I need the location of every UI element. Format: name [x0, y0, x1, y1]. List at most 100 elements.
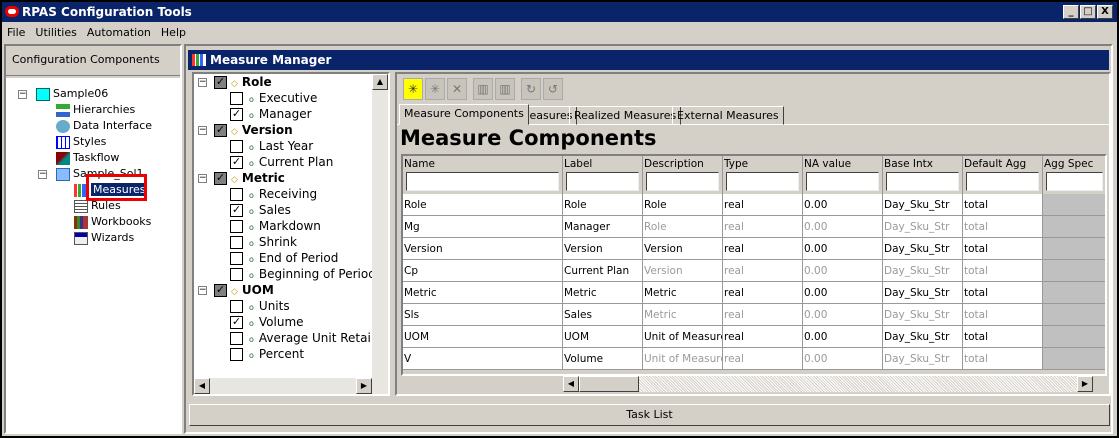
tab-external-measures[interactable]: External Measures [672, 106, 784, 125]
filter-item[interactable]: ✓ o Manager [230, 106, 312, 122]
menu-automation[interactable]: Automation [82, 24, 156, 41]
filter-item[interactable]: o Average Unit Retail [230, 330, 374, 346]
item-checkbox[interactable] [230, 348, 243, 361]
filter-item[interactable]: o Last Year [230, 138, 313, 154]
cell-base-intx[interactable]: Day_Sku_Str [883, 238, 963, 260]
scroll-left-button[interactable]: ◀ [563, 376, 579, 392]
column-filter-input[interactable] [726, 172, 799, 191]
vertical-scrollbar[interactable]: ▲ [372, 74, 388, 378]
scroll-right-button[interactable]: ▶ [356, 378, 372, 394]
cell-type[interactable]: real [723, 194, 803, 216]
cell-na-value[interactable]: 0.00 [803, 304, 883, 326]
column-filter-input[interactable] [886, 172, 959, 191]
cell-na-value[interactable]: 0.00 [803, 260, 883, 282]
cell-description[interactable]: Role [643, 216, 723, 238]
cell-base-intx[interactable]: Day_Sku_Str [883, 216, 963, 238]
cell-type[interactable]: real [723, 282, 803, 304]
column-filter-input[interactable] [966, 172, 1039, 191]
tree-item-sample06[interactable]: Sample06 [36, 86, 108, 102]
cell-label[interactable]: UOM [563, 326, 643, 348]
cell-name[interactable]: Cp [403, 260, 563, 282]
collapse-toggle[interactable]: − [198, 126, 207, 135]
export-button[interactable]: ▥ [495, 78, 515, 100]
item-checkbox[interactable] [230, 188, 243, 201]
group-checkbox[interactable]: ✓ [214, 284, 227, 297]
filter-item[interactable]: o Beginning of Period [230, 266, 376, 282]
column-filter-input[interactable] [806, 172, 879, 191]
undo-button[interactable]: ↻ [521, 78, 541, 100]
cell-default-agg[interactable]: total [963, 326, 1043, 348]
filter-item[interactable]: o Receiving [230, 186, 317, 202]
cell-name[interactable]: V [403, 348, 563, 370]
filter-item[interactable]: ✓ o Sales [230, 202, 291, 218]
column-filter-input[interactable] [566, 172, 639, 191]
cell-label[interactable]: Current Plan [563, 260, 643, 282]
cell-name[interactable]: Version [403, 238, 563, 260]
cell-type[interactable]: real [723, 348, 803, 370]
menu-file[interactable]: File [2, 24, 30, 41]
item-checkbox[interactable]: ✓ [230, 156, 243, 169]
cell-default-agg[interactable]: total [963, 216, 1043, 238]
cell-default-agg[interactable]: total [963, 238, 1043, 260]
new-button[interactable]: ✳ [403, 78, 423, 100]
minimize-button[interactable]: _ [1063, 5, 1079, 19]
tree-item-workbooks[interactable]: Workbooks [74, 214, 151, 230]
scroll-left-button[interactable]: ◀ [194, 378, 210, 394]
column-filter-input[interactable] [406, 172, 559, 191]
tree-item-taskflow[interactable]: Taskflow [56, 150, 119, 166]
cell-name[interactable]: UOM [403, 326, 563, 348]
cell-default-agg[interactable]: total [963, 304, 1043, 326]
cell-type[interactable]: real [723, 238, 803, 260]
cell-na-value[interactable]: 0.00 [803, 216, 883, 238]
cell-description[interactable]: Version [643, 260, 723, 282]
cell-label[interactable]: Volume [563, 348, 643, 370]
collapse-toggle[interactable]: − [18, 90, 27, 99]
item-checkbox[interactable] [230, 252, 243, 265]
new-disabled-button[interactable]: ✳ [425, 78, 445, 100]
item-checkbox[interactable]: ✓ [230, 108, 243, 121]
collapse-toggle[interactable]: − [198, 286, 207, 295]
cell-type[interactable]: real [723, 216, 803, 238]
cell-label[interactable]: Manager [563, 216, 643, 238]
cell-na-value[interactable]: 0.00 [803, 238, 883, 260]
group-checkbox[interactable]: ✓ [214, 172, 227, 185]
import-button[interactable]: ▥ [473, 78, 493, 100]
scroll-right-button[interactable]: ▶ [1077, 376, 1093, 392]
cell-base-intx[interactable]: Day_Sku_Str [883, 304, 963, 326]
cell-name[interactable]: Role [403, 194, 563, 216]
cell-na-value[interactable]: 0.00 [803, 326, 883, 348]
item-checkbox[interactable] [230, 92, 243, 105]
maximize-button[interactable]: □ [1080, 5, 1096, 19]
cell-description[interactable]: Version [643, 238, 723, 260]
cell-type[interactable]: real [723, 304, 803, 326]
filter-item[interactable]: ✓ o Volume [230, 314, 304, 330]
delete-button[interactable]: ✕ [447, 78, 467, 100]
cell-description[interactable]: Role [643, 194, 723, 216]
cell-base-intx[interactable]: Day_Sku_Str [883, 326, 963, 348]
collapse-toggle[interactable]: − [198, 78, 207, 87]
cell-na-value[interactable]: 0.00 [803, 348, 883, 370]
cell-agg-spec[interactable] [1043, 238, 1105, 260]
cell-na-value[interactable]: 0.00 [803, 282, 883, 304]
item-checkbox[interactable] [230, 300, 243, 313]
tree-item-wizards[interactable]: Wizards [74, 230, 134, 246]
filter-item[interactable]: o End of Period [230, 250, 338, 266]
cell-default-agg[interactable]: total [963, 282, 1043, 304]
menu-utilities[interactable]: Utilities [30, 24, 81, 41]
cell-description[interactable]: Metric [643, 304, 723, 326]
filter-group-version[interactable]: ✓ ◇ Version [214, 122, 293, 138]
group-checkbox[interactable]: ✓ [214, 124, 227, 137]
cell-label[interactable]: Role [563, 194, 643, 216]
filter-item[interactable]: o Units [230, 298, 290, 314]
cell-description[interactable]: Unit of Measure [643, 326, 723, 348]
collapse-toggle[interactable]: − [198, 174, 207, 183]
table-horizontal-scrollbar[interactable]: ◀ ▶ [563, 376, 1093, 392]
item-checkbox[interactable] [230, 236, 243, 249]
cell-agg-spec[interactable] [1043, 216, 1105, 238]
cell-agg-spec[interactable] [1043, 304, 1105, 326]
cell-base-intx[interactable]: Day_Sku_Str [883, 282, 963, 304]
group-checkbox[interactable]: ✓ [214, 76, 227, 89]
tab-measure-components[interactable]: Measure Components [399, 104, 529, 125]
filter-item[interactable]: o Percent [230, 346, 304, 362]
cell-agg-spec[interactable] [1043, 282, 1105, 304]
